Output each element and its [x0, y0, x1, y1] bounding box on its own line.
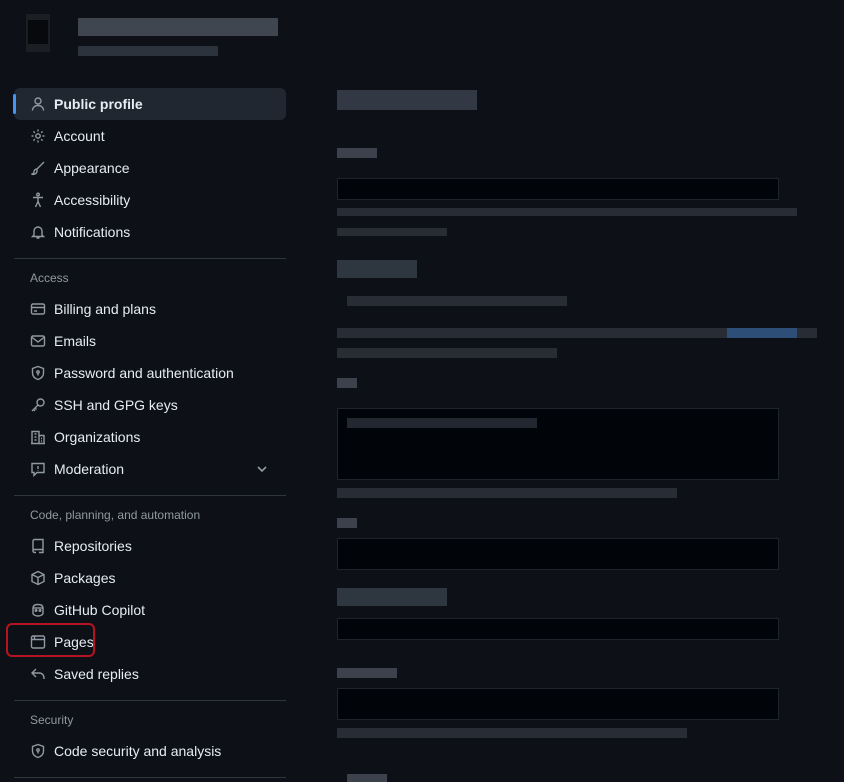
sidebar-item-repositories[interactable]: Repositories	[14, 530, 286, 562]
sidebar-item-password[interactable]: Password and authentication	[14, 357, 286, 389]
package-icon	[30, 570, 46, 586]
sidebar-item-label: Public profile	[54, 96, 143, 112]
field-label-blurred	[337, 148, 377, 158]
email-select-blurred[interactable]	[347, 296, 567, 306]
company-input[interactable]	[337, 688, 779, 720]
sidebar-item-notifications[interactable]: Notifications	[14, 216, 286, 248]
key-icon	[30, 397, 46, 413]
sidebar-item-saved-replies[interactable]: Saved replies	[14, 658, 286, 690]
profile-form-blurred	[337, 0, 837, 782]
divider	[14, 777, 286, 778]
sidebar-item-label: Appearance	[54, 160, 130, 176]
sidebar-item-billing[interactable]: Billing and plans	[14, 293, 286, 325]
avatar[interactable]	[18, 8, 58, 58]
sidebar-item-public-profile[interactable]: Public profile	[13, 88, 286, 120]
sidebar-item-label: Organizations	[54, 429, 141, 445]
field-label-blurred	[337, 588, 447, 606]
subtitle-blurred	[78, 46, 218, 56]
help-text-blurred	[337, 208, 797, 216]
help-text-blurred	[337, 728, 687, 738]
sidebar-item-organizations[interactable]: Organizations	[14, 421, 286, 453]
sidebar-item-label: Code security and analysis	[54, 743, 222, 759]
textarea-placeholder-blurred	[347, 418, 537, 428]
sidebar-item-label: Saved replies	[54, 666, 139, 682]
gear-icon	[30, 128, 46, 144]
person-icon	[30, 96, 46, 112]
sidebar-item-label: Accessibility	[54, 192, 131, 208]
accessibility-icon	[30, 192, 46, 208]
sidebar-item-label: Moderation	[54, 461, 125, 477]
sidebar-item-account[interactable]: Account	[14, 120, 286, 152]
sidebar-item-label: Billing and plans	[54, 301, 156, 317]
field-label-blurred	[347, 774, 387, 782]
social-input[interactable]	[337, 618, 779, 640]
field-label-blurred	[337, 260, 417, 278]
username-blurred	[78, 18, 278, 36]
help-text-blurred	[337, 228, 447, 236]
sidebar-item-label: Repositories	[54, 538, 132, 554]
sidebar-item-moderation[interactable]: Moderation	[14, 453, 286, 485]
sidebar-item-label: Notifications	[54, 224, 131, 240]
name-input[interactable]	[337, 178, 779, 200]
help-text-blurred	[337, 348, 557, 358]
sidebar-item-label: Emails	[54, 333, 97, 349]
section-heading-code-planning: Code, planning, and automation	[30, 508, 201, 522]
mail-icon	[30, 333, 46, 349]
copilot-icon	[30, 602, 46, 618]
sidebar-item-label: Pages	[54, 634, 94, 650]
field-label-blurred	[337, 378, 357, 388]
sidebar-item-label: Account	[54, 128, 105, 144]
sidebar-item-packages[interactable]: Packages	[14, 562, 286, 594]
sidebar-item-appearance[interactable]: Appearance	[14, 152, 286, 184]
section-heading-security: Security	[30, 713, 74, 727]
paintbrush-icon	[30, 160, 46, 176]
sidebar-item-label: GitHub Copilot	[54, 602, 146, 618]
selected-indicator	[13, 94, 16, 114]
settings-sidebar: Public profile Account Appearance Access…	[6, 88, 286, 778]
reply-icon	[30, 666, 46, 682]
section-heading-access: Access	[30, 271, 69, 285]
shield-lock-icon	[30, 365, 46, 381]
report-icon	[30, 461, 46, 477]
credit-card-icon	[30, 301, 46, 317]
sidebar-item-ssh-gpg[interactable]: SSH and GPG keys	[14, 389, 286, 421]
sidebar-item-label: Password and authentication	[54, 365, 234, 381]
field-label-blurred	[337, 518, 357, 528]
sidebar-item-code-security[interactable]: Code security and analysis	[14, 735, 286, 767]
bell-icon	[30, 224, 46, 240]
sidebar-item-emails[interactable]: Emails	[14, 325, 286, 357]
page-title-blurred	[337, 90, 477, 110]
url-input[interactable]	[337, 538, 779, 570]
link-blurred[interactable]	[727, 328, 797, 338]
sidebar-item-pages[interactable]: Pages	[6, 623, 286, 658]
user-header	[18, 8, 298, 64]
shield-lock-icon	[30, 743, 46, 759]
sidebar-item-label: Packages	[54, 570, 116, 586]
sidebar-item-label: SSH and GPG keys	[54, 397, 178, 413]
chevron-down-icon[interactable]	[254, 461, 270, 477]
browser-icon	[30, 634, 46, 650]
sidebar-item-accessibility[interactable]: Accessibility	[14, 184, 286, 216]
repo-icon	[30, 538, 46, 554]
help-text-blurred	[337, 488, 677, 498]
sidebar-item-copilot[interactable]: GitHub Copilot	[14, 594, 286, 626]
organization-icon	[30, 429, 46, 445]
field-label-blurred	[337, 668, 397, 678]
